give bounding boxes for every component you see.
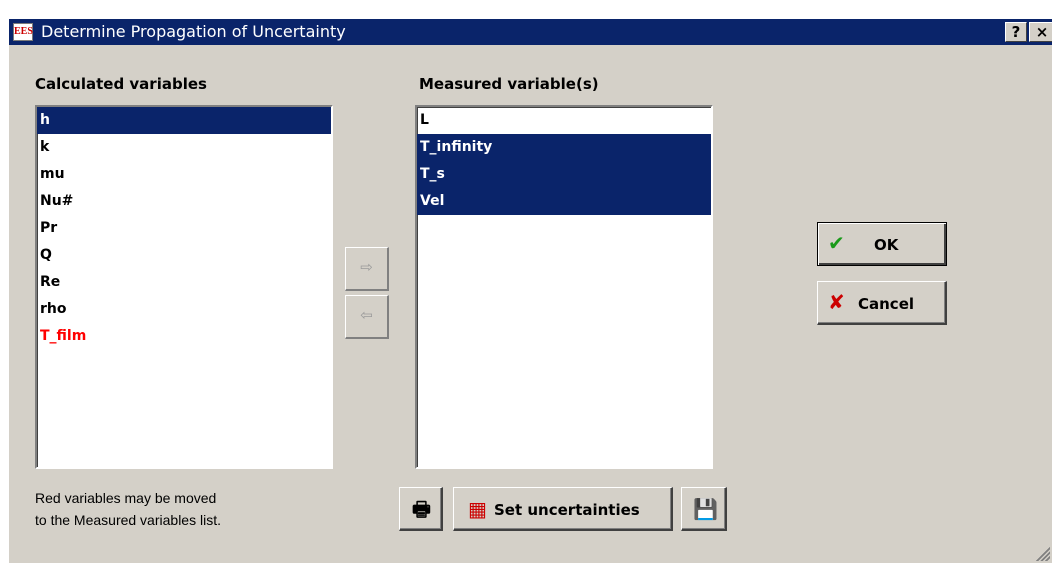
- list-item[interactable]: rho: [37, 296, 331, 323]
- cancel-label: Cancel: [858, 295, 915, 313]
- save-button[interactable]: 💾: [681, 487, 727, 531]
- x-cross-icon: ✘: [828, 290, 845, 314]
- list-item[interactable]: Re: [37, 269, 331, 296]
- hint-line-2: to the Measured variables list.: [35, 512, 221, 528]
- arrow-left-icon: ⇦: [360, 307, 373, 324]
- list-item[interactable]: T_film: [37, 323, 331, 350]
- set-uncertainties-label: Set uncertainties: [494, 501, 640, 519]
- move-left-button[interactable]: ⇦: [345, 295, 389, 339]
- resize-grip[interactable]: [1036, 547, 1050, 561]
- hint-line-1: Red variables may be moved: [35, 490, 217, 506]
- printer-icon: 🖶: [412, 497, 431, 521]
- list-item[interactable]: Vel: [417, 188, 711, 215]
- set-uncertainties-button[interactable]: ▦ Set uncertainties: [453, 487, 673, 531]
- close-button[interactable]: ×: [1029, 22, 1052, 42]
- hint-text: Red variables may be moved to the Measur…: [35, 487, 335, 531]
- ok-label: OK: [874, 236, 899, 254]
- floppy-disk-icon: 💾: [693, 497, 718, 521]
- help-button[interactable]: ?: [1005, 22, 1027, 42]
- list-item[interactable]: mu: [37, 161, 331, 188]
- list-item[interactable]: L: [417, 107, 711, 134]
- title-bar[interactable]: EES Determine Propagation of Uncertainty…: [9, 19, 1052, 45]
- calculated-variables-label: Calculated variables: [35, 75, 207, 93]
- print-button[interactable]: 🖶: [399, 487, 443, 531]
- measured-variables-label: Measured variable(s): [419, 75, 599, 93]
- list-item[interactable]: h: [37, 107, 331, 134]
- list-item[interactable]: k: [37, 134, 331, 161]
- list-item[interactable]: T_infinity: [417, 134, 711, 161]
- measured-variables-list[interactable]: L T_infinity T_s Vel: [415, 105, 713, 469]
- checkmark-icon: ✔: [828, 231, 845, 255]
- ok-button[interactable]: ✔ OK: [817, 222, 947, 266]
- list-item[interactable]: Q: [37, 242, 331, 269]
- move-right-button[interactable]: ⇨: [345, 247, 389, 291]
- cancel-button[interactable]: ✘ Cancel: [817, 281, 947, 325]
- list-item[interactable]: T_s: [417, 161, 711, 188]
- list-item[interactable]: Pr: [37, 215, 331, 242]
- window-title: Determine Propagation of Uncertainty: [41, 22, 346, 41]
- dialog-window: EES Determine Propagation of Uncertainty…: [8, 18, 1052, 563]
- list-item[interactable]: Nu#: [37, 188, 331, 215]
- arrow-right-icon: ⇨: [360, 259, 373, 276]
- chart-icon: ▦: [468, 497, 487, 521]
- ees-app-icon: EES: [13, 23, 33, 41]
- calculated-variables-list[interactable]: h k mu Nu# Pr Q Re rho T_film: [35, 105, 333, 469]
- app-icon-label: EES: [14, 26, 33, 37]
